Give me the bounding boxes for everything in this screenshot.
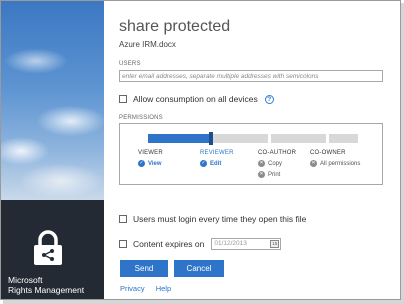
level-viewer[interactable]: VIEWER ✓ View (138, 150, 163, 167)
level-reviewer[interactable]: REVIEWER ✓ Edit (200, 150, 234, 167)
permission-item-label: Copy (268, 160, 283, 167)
permission-item: ✓ View (138, 160, 163, 167)
check-icon: ✓ (138, 160, 145, 167)
level-name: CO-AUTHOR (258, 150, 297, 156)
dialog-content: share protected Azure IRM.docx USERS All… (119, 1, 399, 299)
allow-consumption-checkbox[interactable] (119, 95, 127, 103)
brand-panel: Microsoft Rights Management (1, 200, 104, 299)
expires-date-placeholder: 01/12/2013 (214, 240, 247, 247)
sky-banner-image (1, 1, 104, 200)
calendar-icon[interactable]: 15 (270, 240, 280, 248)
permission-item-label: View (148, 160, 162, 167)
permission-item-label: Print (268, 171, 281, 178)
level-coauthor[interactable]: CO-AUTHOR ✕ Copy ✕ Print (258, 150, 296, 178)
content-expires-row: Content expires on 01/12/2013 15 (119, 238, 282, 250)
cancel-button[interactable]: Cancel (174, 260, 224, 277)
slider-segment-viewer[interactable] (148, 134, 210, 143)
send-button[interactable]: Send (120, 260, 168, 277)
check-icon: ✓ (200, 160, 207, 167)
brand-line-1: Microsoft (8, 275, 43, 285)
permission-level-slider[interactable] (148, 132, 358, 145)
permission-item: ✕ All permissions (310, 160, 360, 167)
window-shadow-bottom (3, 300, 404, 304)
slider-segment-coauthor[interactable] (271, 134, 326, 143)
permission-item: ✓ Edit (200, 160, 234, 167)
slider-handle[interactable] (209, 132, 213, 145)
login-every-time-label[interactable]: Users must login every time they open th… (133, 214, 306, 224)
slider-segment-coowner[interactable] (329, 134, 358, 143)
brand-line-2: Rights Management (8, 285, 85, 295)
level-name: VIEWER (138, 150, 163, 156)
dialog-title: share protected (119, 18, 231, 35)
footer-links: Privacy Help (120, 284, 180, 293)
x-icon: ✕ (258, 160, 265, 167)
permission-item: ✕ Print (258, 171, 296, 178)
permissions-panel: VIEWER ✓ View REVIEWER ✓ Edit CO-AUTHOR … (119, 123, 383, 185)
brand-name: Microsoft Rights Management (8, 275, 84, 295)
allow-consumption-label[interactable]: Allow consumption on all devices (133, 94, 258, 104)
content-expires-label[interactable]: Content expires on (133, 239, 204, 249)
permission-item-label: All permissions (320, 160, 361, 167)
content-expires-checkbox[interactable] (119, 240, 127, 248)
users-email-input[interactable] (119, 70, 383, 82)
login-every-time-checkbox[interactable] (119, 215, 127, 223)
help-link[interactable]: Help (156, 284, 171, 293)
login-every-time-row: Users must login every time they open th… (119, 214, 306, 224)
permissions-label: PERMISSIONS (119, 115, 163, 121)
level-name: REVIEWER (200, 150, 234, 156)
rights-management-lock-icon (34, 230, 62, 265)
level-coowner[interactable]: CO-OWNER ✕ All permissions (310, 150, 360, 167)
share-protected-dialog: Microsoft Rights Management share protec… (0, 0, 401, 300)
x-icon: ✕ (258, 171, 265, 178)
permission-item: ✕ Copy (258, 160, 296, 167)
privacy-link[interactable]: Privacy (120, 284, 145, 293)
level-name: CO-OWNER (310, 150, 346, 156)
expires-date-input[interactable]: 01/12/2013 15 (211, 238, 282, 250)
help-icon[interactable]: ? (264, 94, 274, 104)
slider-segment-reviewer[interactable] (213, 134, 268, 143)
users-label: USERS (119, 61, 141, 67)
allow-consumption-row: Allow consumption on all devices ? (119, 94, 274, 104)
x-icon: ✕ (310, 160, 317, 167)
file-name: Azure IRM.docx (119, 40, 176, 49)
permission-item-label: Edit (210, 160, 222, 167)
